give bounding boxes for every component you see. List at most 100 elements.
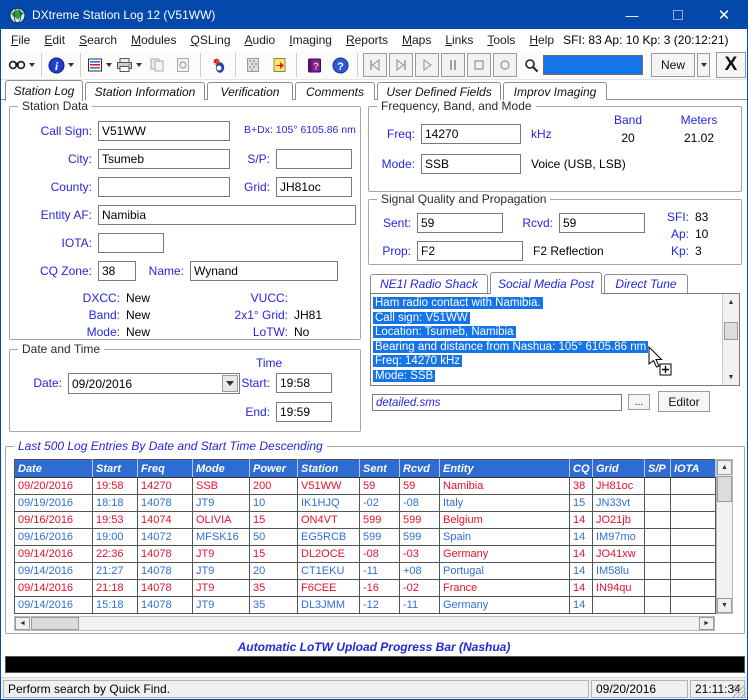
table-row[interactable]: 09/14/2016 21:27 14078 JT9 20 CT1EKU -11 +08 Por…: [14, 562, 716, 580]
tab-verification[interactable]: Verification: [207, 82, 293, 100]
col-mode[interactable]: Mode: [192, 459, 250, 478]
table-row[interactable]: 09/16/2016 19:00 14072 MFSK16 50 EG5RCB 599 599…: [14, 528, 716, 546]
scroll-thumb[interactable]: [717, 476, 732, 502]
tab-improv-imaging[interactable]: Improv Imaging: [503, 82, 607, 100]
log-list-dropdown-caret[interactable]: [106, 63, 112, 67]
col-iota[interactable]: IOTA: [670, 459, 716, 478]
col-grid[interactable]: Grid: [592, 459, 645, 478]
dx-alert-button[interactable]: [206, 53, 230, 77]
info-dropdown-caret[interactable]: [68, 63, 74, 67]
meters-value: 21.02: [683, 131, 715, 145]
menu-tools[interactable]: Tools: [480, 31, 522, 49]
sp-input[interactable]: [276, 149, 352, 169]
social-line: Ham radio contact with Namibia.: [373, 297, 543, 309]
table-row[interactable]: 09/16/2016 19:53 14074 OLIVIA 15 ON4VT 599 599 B…: [14, 511, 716, 529]
scroll-thumb[interactable]: [724, 322, 738, 340]
social-vertical-scrollbar[interactable]: ▲ ▼: [722, 294, 739, 385]
globe-icon: [9, 7, 26, 23]
sms-file-field[interactable]: [372, 394, 622, 411]
col-power[interactable]: Power: [249, 459, 298, 478]
menu-imaging[interactable]: Imaging: [282, 31, 339, 49]
table-row[interactable]: 09/14/2016 22:36 14078 JT9 15 DL2OCE -08 -03 Ger…: [14, 545, 716, 563]
mode-input[interactable]: [421, 154, 521, 174]
nav-play-button-disabled: [415, 53, 439, 77]
info-button[interactable]: i: [47, 53, 75, 77]
help-button[interactable]: ?: [328, 53, 352, 77]
col-rcvd[interactable]: Rcvd: [399, 459, 440, 478]
tab-station-log[interactable]: Station Log: [5, 80, 83, 101]
scroll-up-icon[interactable]: ▲: [724, 295, 738, 309]
find-dropdown-caret[interactable]: [29, 63, 35, 67]
tab-direct-tune[interactable]: Direct Tune: [604, 274, 688, 293]
name-input[interactable]: [190, 261, 338, 281]
exit-button[interactable]: [267, 53, 291, 77]
col-entity[interactable]: Entity: [439, 459, 570, 478]
log-list-button[interactable]: [86, 53, 113, 77]
print-button[interactable]: [115, 53, 143, 77]
col-cq[interactable]: CQ: [569, 459, 593, 478]
table-row[interactable]: 09/20/2016 19:58 14270 SSB 200 V51WW 59 59 Namib…: [14, 477, 716, 495]
table-row[interactable]: 09/14/2016 21:18 14078 JT9 35 F6CEE -16 -02 Fran…: [14, 579, 716, 597]
menu-links[interactable]: Links: [438, 31, 480, 49]
editor-button[interactable]: Editor: [658, 391, 710, 412]
maximize-button[interactable]: [655, 1, 701, 29]
close-record-button[interactable]: X: [716, 52, 746, 78]
tab-ne1i-radio-shack[interactable]: NE1I Radio Shack: [370, 274, 488, 293]
grid-input[interactable]: [276, 177, 352, 197]
start-time-input[interactable]: [276, 373, 332, 393]
freq-input[interactable]: [421, 124, 521, 144]
city-input[interactable]: [98, 149, 230, 169]
col-freq[interactable]: Freq: [137, 459, 193, 478]
dxcc-label: DXCC:: [82, 291, 120, 305]
tab-user-defined-fields[interactable]: User Defined Fields: [377, 82, 501, 100]
new-button[interactable]: New: [651, 53, 695, 77]
scroll-down-icon[interactable]: ▼: [724, 370, 738, 384]
menu-qsling[interactable]: QSLing: [183, 31, 237, 49]
county-input[interactable]: [98, 177, 230, 197]
resize-grip[interactable]: [733, 685, 746, 698]
date-combo-input[interactable]: [68, 373, 240, 394]
col-sp[interactable]: S/P: [644, 459, 671, 478]
scroll-down-icon[interactable]: ▼: [717, 598, 732, 613]
scroll-right-icon[interactable]: ►: [699, 617, 714, 630]
close-button[interactable]: ✕: [701, 1, 747, 29]
log-vertical-scrollbar[interactable]: ▲ ▼: [716, 459, 733, 614]
menu-modules[interactable]: Modules: [124, 31, 183, 49]
menu-maps[interactable]: Maps: [395, 31, 438, 49]
iota-input[interactable]: [98, 233, 164, 253]
col-sent[interactable]: Sent: [359, 459, 400, 478]
scroll-left-icon[interactable]: ◄: [15, 617, 30, 630]
social-post-textarea[interactable]: Ham radio contact with Namibia. Call sig…: [370, 293, 740, 386]
scroll-up-icon[interactable]: ▲: [717, 460, 732, 475]
prop-input[interactable]: [417, 241, 523, 261]
new-dropdown-button[interactable]: [697, 53, 710, 77]
tab-station-information[interactable]: Station Information: [85, 82, 205, 100]
menu-search[interactable]: Search: [72, 31, 124, 49]
scroll-thumb[interactable]: [31, 617, 79, 630]
call-sign-input[interactable]: [98, 121, 230, 141]
entity-input[interactable]: [98, 205, 356, 225]
tab-social-media-post[interactable]: Social Media Post: [490, 272, 602, 294]
menu-edit[interactable]: Edit: [37, 31, 72, 49]
browse-button[interactable]: ...: [628, 394, 650, 410]
menu-audio[interactable]: Audio: [238, 31, 283, 49]
rcvd-input[interactable]: [559, 213, 645, 233]
log-horizontal-scrollbar[interactable]: ◄ ►: [14, 616, 715, 631]
minimize-button[interactable]: —: [609, 1, 655, 29]
col-date[interactable]: Date: [14, 459, 93, 478]
find-button[interactable]: [7, 53, 36, 77]
cq-zone-input[interactable]: [98, 261, 136, 281]
end-time-input[interactable]: [276, 402, 332, 422]
menu-help[interactable]: Help: [522, 31, 561, 49]
sent-input[interactable]: [417, 213, 503, 233]
menu-reports[interactable]: Reports: [339, 31, 395, 49]
qsl-book-button[interactable]: ?: [302, 53, 326, 77]
tab-comments[interactable]: Comments: [295, 82, 375, 100]
menu-file[interactable]: File: [4, 31, 37, 49]
col-station[interactable]: Station: [297, 459, 360, 478]
col-start[interactable]: Start: [92, 459, 138, 478]
print-dropdown-caret[interactable]: [136, 63, 142, 67]
quick-find-input[interactable]: [543, 55, 643, 75]
table-row[interactable]: 09/19/2016 18:18 14078 JT9 10 IK1HJQ -02 -08 Ita…: [14, 494, 716, 512]
table-row[interactable]: 09/14/2016 15:18 14078 JT9 35 DL3JMM -12 -11 Ger…: [14, 596, 716, 614]
